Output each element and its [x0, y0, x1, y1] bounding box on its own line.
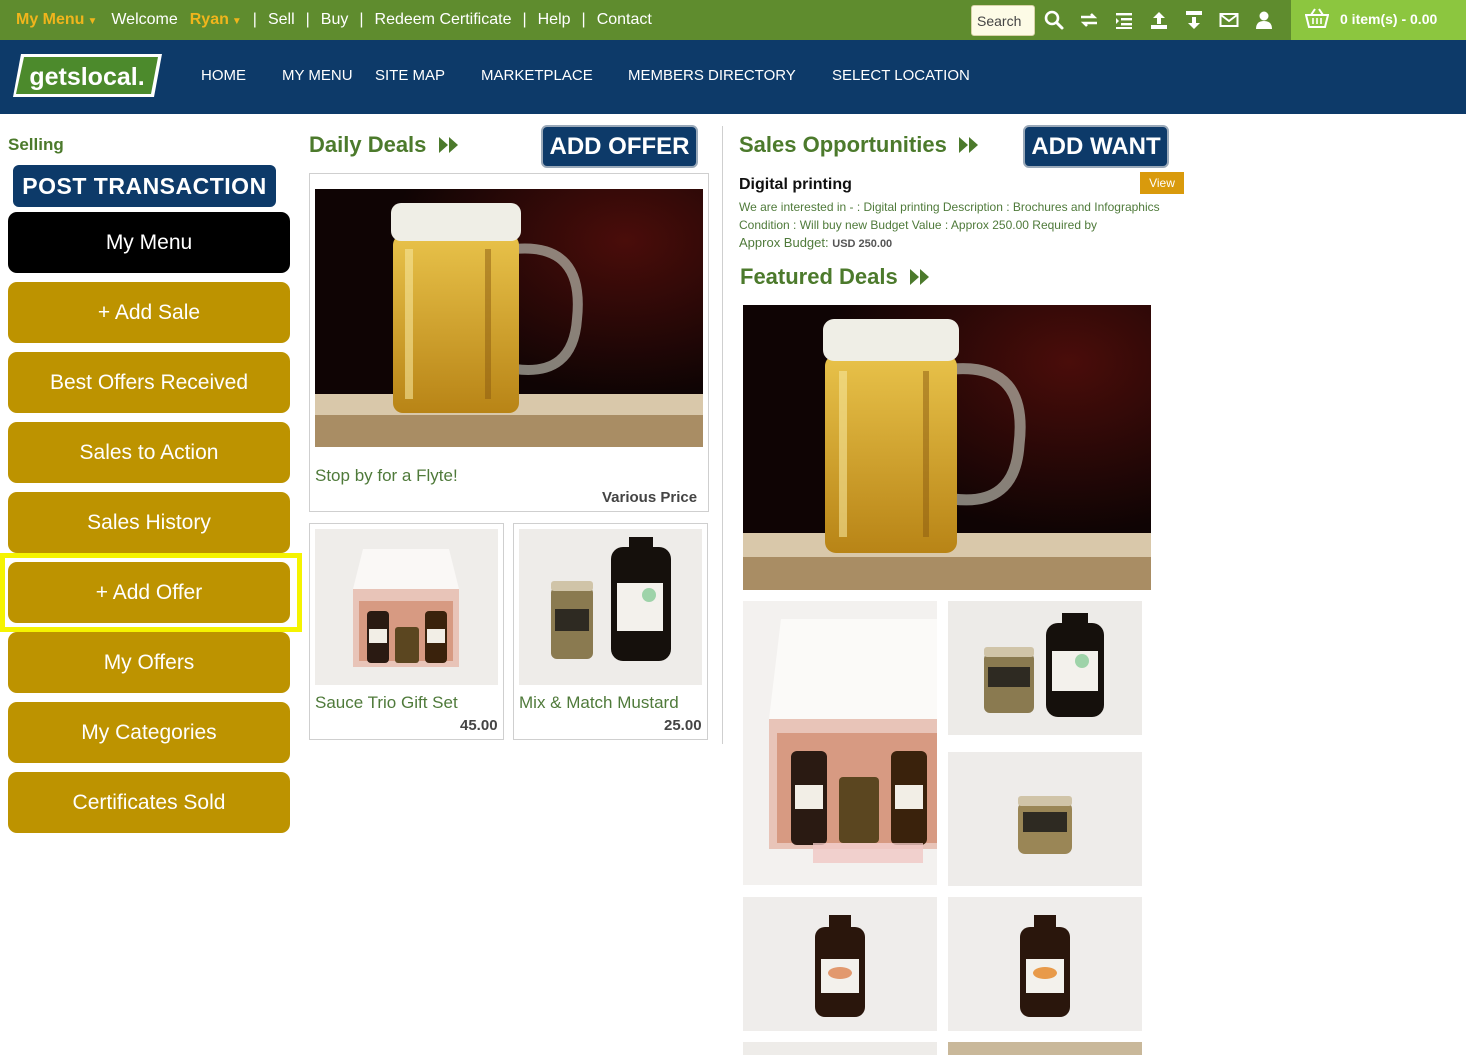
sidebar-item-best-offers-received[interactable]: Best Offers Received — [8, 352, 290, 413]
nav-site-map[interactable]: SITE MAP — [375, 67, 445, 84]
user-icon[interactable] — [1253, 9, 1275, 31]
my-menu-label: My Menu — [16, 11, 85, 28]
main-navbar: getslocal. HOME MY MENU SITE MAP MARKETP… — [0, 40, 1466, 114]
my-menu-dropdown[interactable]: My Menu ▼ — [16, 11, 97, 29]
sidebar-item-my-offers[interactable]: My Offers — [8, 632, 290, 693]
sales-opportunities-title: Sales Opportunities — [739, 132, 947, 157]
logo[interactable]: getslocal. — [13, 52, 163, 98]
top-link-contact[interactable]: Contact — [597, 11, 652, 29]
post-transaction-button[interactable]: POST TRANSACTION — [13, 165, 276, 207]
jar-image — [948, 752, 1142, 886]
add-offer-button[interactable]: ADD OFFER — [541, 125, 698, 168]
sidebar-item-add-sale[interactable]: + Add Sale — [8, 282, 290, 343]
nav-home[interactable]: HOME — [201, 67, 246, 84]
sidebar-item-sales-to-action[interactable]: Sales to Action — [8, 422, 290, 483]
double-arrow-icon[interactable] — [958, 136, 980, 154]
download-icon[interactable] — [1183, 9, 1205, 31]
caret-down-icon: ▼ — [87, 16, 98, 27]
featured-image-mustard-set[interactable] — [948, 601, 1142, 735]
welcome-text: Welcome — [111, 11, 178, 28]
mustard-jar-image — [519, 529, 702, 685]
double-arrow-icon[interactable] — [438, 136, 460, 154]
bottle-image — [743, 897, 937, 1031]
view-button[interactable]: View — [1140, 172, 1184, 194]
top-link-buy[interactable]: Buy — [321, 11, 349, 29]
top-link-redeem-certificate[interactable]: Redeem Certificate — [375, 11, 512, 29]
separator: | — [522, 11, 527, 28]
search-icon[interactable] — [1043, 9, 1065, 31]
mustard-jar-image — [948, 601, 1142, 735]
caret-down-icon: ▼ — [231, 16, 242, 27]
nav-my-menu[interactable]: MY MENU — [282, 67, 353, 84]
column-divider — [722, 126, 723, 744]
exchange-icon[interactable] — [1078, 9, 1100, 31]
budget-value: USD 250.00 — [832, 238, 893, 250]
separator: | — [305, 11, 310, 28]
featured-image-partial-2[interactable] — [948, 1042, 1142, 1055]
sidebar-item-my-categories[interactable]: My Categories — [8, 702, 290, 763]
deal-image-beer[interactable] — [315, 189, 703, 447]
deal-title-sauce-trio[interactable]: Sauce Trio Gift Set — [315, 693, 458, 713]
opportunity-budget: Approx Budget: USD 250.00 — [739, 235, 892, 250]
featured-image-mustard-jar[interactable] — [948, 752, 1142, 886]
separator: | — [252, 11, 257, 28]
separator: | — [359, 11, 364, 28]
nav-marketplace[interactable]: MARKETPLACE — [481, 67, 593, 84]
gift-box-image — [743, 601, 937, 885]
beer-mug-image — [743, 305, 1151, 590]
gift-box-image — [315, 529, 498, 685]
beer-mug-image — [315, 189, 703, 447]
opportunity-description: We are interested in - : Digital printin… — [739, 200, 1160, 232]
daily-deal-price: Various Price — [602, 489, 698, 506]
double-arrow-icon[interactable] — [909, 268, 931, 286]
logo-text: getslocal. — [29, 63, 144, 91]
deal-price-mustard: 25.00 — [664, 717, 702, 734]
top-link-help[interactable]: Help — [538, 11, 571, 29]
featured-deals-title: Featured Deals — [740, 264, 898, 289]
featured-image-sauce-bottle-1[interactable] — [743, 897, 937, 1031]
sidebar-item-sales-history[interactable]: Sales History — [8, 492, 290, 553]
daily-deals-title: Daily Deals — [309, 132, 427, 157]
budget-label: Approx Budget: — [739, 235, 829, 250]
featured-image-beer[interactable] — [743, 305, 1151, 590]
featured-image-gift-box[interactable] — [743, 601, 937, 885]
deal-price-sauce-trio: 45.00 — [460, 717, 498, 734]
cart-summary: 0 item(s) - 0.00 — [1340, 11, 1438, 27]
deal-image-mustard[interactable] — [519, 529, 702, 685]
basket-icon — [1305, 8, 1329, 28]
sidebar-item-certificates-sold[interactable]: Certificates Sold — [8, 772, 290, 833]
upload-icon[interactable] — [1148, 9, 1170, 31]
daily-deal-title[interactable]: Stop by for a Flyte! — [315, 466, 458, 486]
cart-button[interactable]: 0 item(s) - 0.00 — [1291, 0, 1466, 40]
top-bar: My Menu ▼ Welcome Ryan ▼ | Sell | Buy | Re… — [0, 0, 1466, 40]
top-link-sell[interactable]: Sell — [268, 11, 295, 29]
deal-image-sauce-trio[interactable] — [315, 529, 498, 685]
nav-members-directory[interactable]: MEMBERS DIRECTORY — [628, 67, 796, 84]
deal-title-mustard[interactable]: Mix & Match Mustard — [519, 693, 679, 713]
search-input[interactable]: Search — [971, 5, 1035, 36]
user-dropdown[interactable]: Ryan ▼ — [190, 11, 242, 29]
bottle-image — [948, 897, 1142, 1031]
add-want-button[interactable]: ADD WANT — [1023, 125, 1169, 168]
sidebar-item-my-menu[interactable]: My Menu — [8, 212, 290, 273]
list-icon[interactable] — [1113, 9, 1135, 31]
highlight-box — [0, 553, 302, 632]
mail-icon[interactable] — [1218, 9, 1240, 31]
featured-image-sauce-bottle-2[interactable] — [948, 897, 1142, 1031]
top-links: My Menu ▼ Welcome Ryan ▼ | Sell | Buy | Re… — [16, 0, 652, 40]
featured-image-partial-1[interactable] — [743, 1042, 937, 1055]
nav-select-location[interactable]: SELECT LOCATION — [832, 67, 970, 84]
user-name: Ryan — [189, 11, 229, 28]
opportunity-title[interactable]: Digital printing — [739, 176, 852, 194]
separator: | — [581, 11, 586, 28]
selling-heading: Selling — [8, 135, 64, 154]
